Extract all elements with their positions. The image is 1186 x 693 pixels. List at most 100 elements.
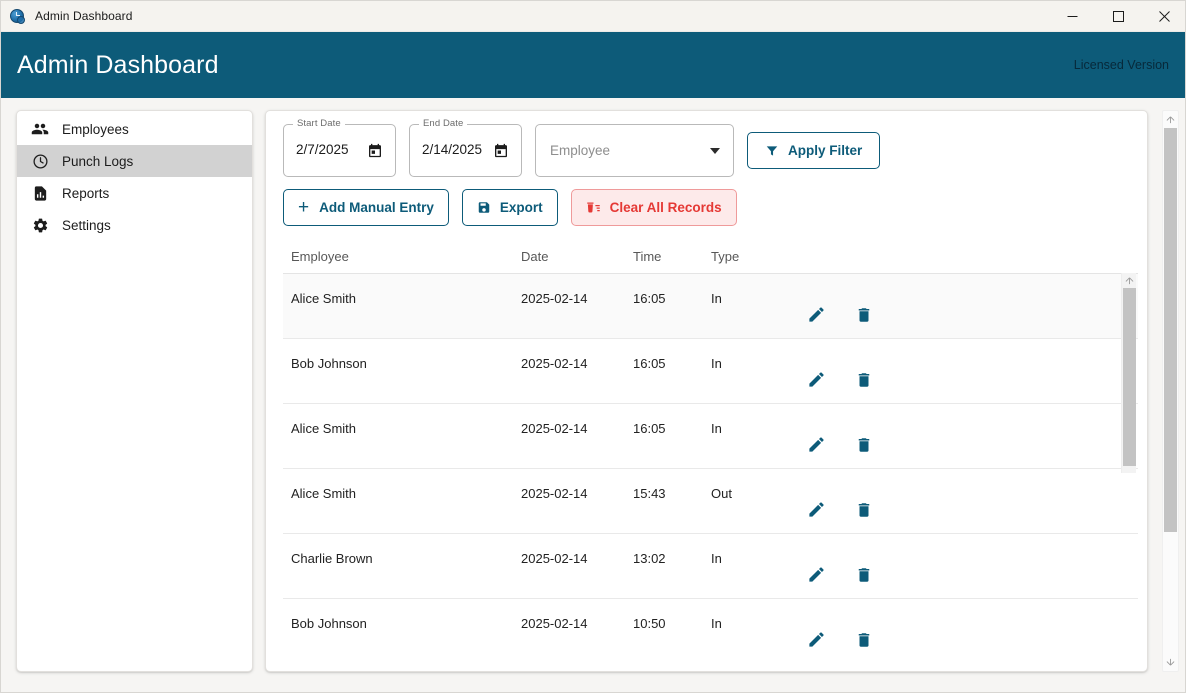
page-scrollbar-thumb[interactable]: [1164, 128, 1177, 532]
delete-row-button[interactable]: [847, 627, 881, 657]
start-date-field[interactable]: Start Date 2/7/2025: [283, 124, 396, 177]
table-row[interactable]: Alice Smith 2025-02-14 16:05 In: [283, 274, 1138, 339]
table-row[interactable]: Alice Smith 2025-02-14 16:05 In: [283, 404, 1138, 469]
action-bar: + Add Manual Entry Export: [283, 189, 750, 226]
apply-filter-button[interactable]: Apply Filter: [747, 132, 880, 169]
row-actions: [799, 302, 881, 332]
row-actions: [799, 432, 881, 462]
table-row[interactable]: Bob Johnson 2025-02-14 16:05 In: [283, 339, 1138, 404]
cell-time: 13:02: [633, 551, 711, 566]
column-header-time: Time: [633, 249, 711, 264]
end-date-field[interactable]: End Date 2/14/2025: [409, 124, 522, 177]
delete-row-button[interactable]: [847, 367, 881, 397]
sidebar-item-settings[interactable]: Settings: [17, 209, 252, 241]
apply-filter-label: Apply Filter: [788, 143, 862, 158]
cell-date: 2025-02-14: [521, 486, 633, 501]
edit-row-button[interactable]: [799, 562, 833, 592]
add-manual-entry-label: Add Manual Entry: [319, 200, 434, 215]
cell-time: 16:05: [633, 356, 711, 371]
row-actions: [799, 367, 881, 397]
delete-row-button[interactable]: [847, 562, 881, 592]
scroll-up-button[interactable]: [1122, 273, 1136, 288]
maximize-button[interactable]: [1095, 1, 1141, 32]
delete-icon: [855, 371, 873, 394]
close-button[interactable]: [1141, 1, 1186, 32]
start-date-label: Start Date: [293, 118, 345, 129]
close-icon: [1159, 11, 1170, 22]
sidebar-item-label: Punch Logs: [62, 154, 133, 169]
app-header: Admin Dashboard Licensed Version: [1, 32, 1186, 98]
cell-type: In: [711, 356, 799, 371]
table-row[interactable]: Bob Johnson 2025-02-14 10:50 In: [283, 599, 1138, 659]
filter-icon: [765, 144, 779, 158]
table-scrollbar[interactable]: [1121, 273, 1136, 473]
edit-row-button[interactable]: [799, 627, 833, 657]
edit-row-button[interactable]: [799, 367, 833, 397]
edit-icon: [807, 305, 826, 329]
edit-icon: [807, 630, 826, 654]
add-manual-entry-button[interactable]: + Add Manual Entry: [283, 189, 449, 226]
column-header-employee: Employee: [283, 249, 521, 264]
cell-time: 16:05: [633, 421, 711, 436]
cell-employee: Charlie Brown: [283, 551, 521, 566]
filter-bar: Start Date 2/7/2025 End Date 2/14/2025: [283, 124, 880, 177]
calendar-icon[interactable]: [367, 142, 383, 159]
delete-icon: [855, 566, 873, 589]
sidebar-item-reports[interactable]: Reports: [17, 177, 252, 209]
calendar-icon[interactable]: [493, 142, 509, 159]
gear-icon: [30, 215, 50, 235]
page-scroll-up-button[interactable]: [1163, 111, 1178, 128]
edit-icon: [807, 565, 826, 589]
cell-type: In: [711, 616, 799, 631]
minimize-icon: [1067, 11, 1078, 22]
cell-type: Out: [711, 486, 799, 501]
delete-icon: [855, 631, 873, 654]
edit-row-button[interactable]: [799, 302, 833, 332]
main-panel: Start Date 2/7/2025 End Date 2/14/2025: [265, 110, 1148, 672]
delete-row-button[interactable]: [847, 432, 881, 462]
employee-select[interactable]: Employee: [535, 124, 734, 177]
start-date-value: 2/7/2025: [296, 142, 349, 157]
cell-date: 2025-02-14: [521, 551, 633, 566]
clear-all-records-button[interactable]: Clear All Records: [571, 189, 737, 226]
table-scrollbar-thumb[interactable]: [1123, 288, 1136, 466]
sidebar-item-label: Settings: [62, 218, 111, 233]
delete-row-button[interactable]: [847, 302, 881, 332]
sidebar-item-employees[interactable]: Employees: [17, 113, 252, 145]
cell-date: 2025-02-14: [521, 291, 633, 306]
cell-type: In: [711, 551, 799, 566]
edit-icon: [807, 435, 826, 459]
cell-date: 2025-02-14: [521, 356, 633, 371]
end-date-value: 2/14/2025: [422, 142, 482, 157]
window-controls: [1049, 1, 1186, 32]
page-scroll-down-button[interactable]: [1163, 654, 1178, 671]
cell-employee: Bob Johnson: [283, 356, 521, 371]
chevron-down-icon: [710, 148, 720, 154]
employee-select-placeholder: Employee: [550, 143, 610, 158]
edit-row-button[interactable]: [799, 432, 833, 462]
column-header-date: Date: [521, 249, 633, 264]
table-row[interactable]: Charlie Brown 2025-02-14 13:02 In: [283, 534, 1138, 599]
clock-app-icon: [10, 8, 26, 24]
cell-time: 16:05: [633, 291, 711, 306]
column-header-type: Type: [711, 249, 799, 264]
maximize-icon: [1113, 11, 1124, 22]
page-scrollbar[interactable]: [1162, 110, 1179, 672]
delete-row-button[interactable]: [847, 497, 881, 527]
arrow-up-icon: [1125, 276, 1134, 285]
people-icon: [30, 119, 50, 139]
minimize-button[interactable]: [1049, 1, 1095, 32]
page-title: Admin Dashboard: [17, 51, 219, 80]
export-button[interactable]: Export: [462, 189, 558, 226]
edit-row-button[interactable]: [799, 497, 833, 527]
plus-icon: +: [298, 198, 309, 217]
punch-logs-table: Employee Date Time Type Alice Smith 2025…: [283, 239, 1138, 659]
sidebar: Employees Punch Logs Reports: [16, 110, 253, 672]
delete-icon: [855, 501, 873, 524]
sidebar-item-punch-logs[interactable]: Punch Logs: [17, 145, 252, 177]
row-actions: [799, 562, 881, 592]
clear-all-records-label: Clear All Records: [610, 200, 722, 215]
cell-type: In: [711, 421, 799, 436]
table-row[interactable]: Alice Smith 2025-02-14 15:43 Out: [283, 469, 1138, 534]
edit-icon: [807, 370, 826, 394]
